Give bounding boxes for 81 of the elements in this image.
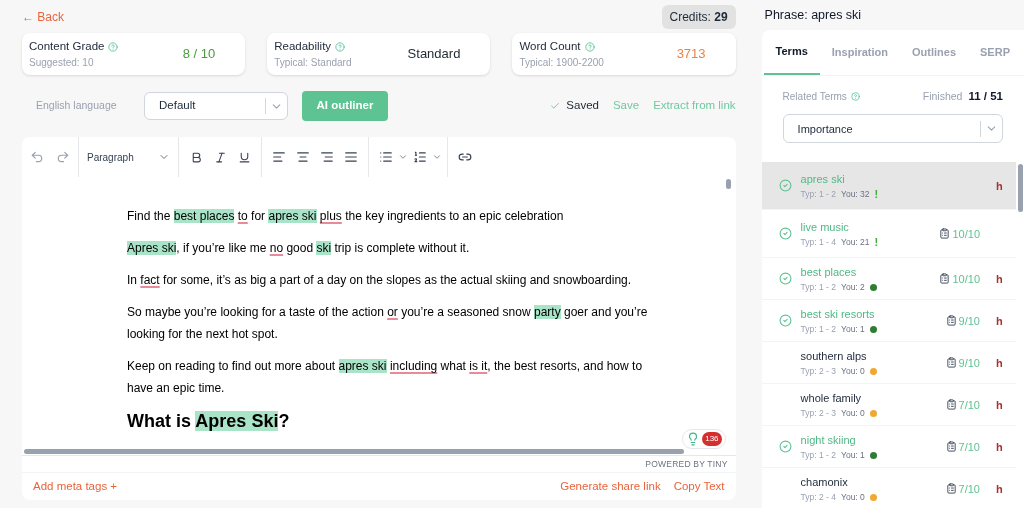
clipboard-icon[interactable]: [945, 441, 957, 453]
typical-range: Typ: 2 - 4: [800, 490, 836, 504]
term-name: best places: [800, 265, 858, 281]
priority-letter: h: [996, 313, 1004, 329]
content-paragraph: Apres ski, if you’re like me no good ski trip is complete without it.: [127, 240, 471, 257]
priority-letter: h: [996, 397, 1004, 413]
powered-by-label: POWERED BY TINY: [645, 457, 728, 471]
content-paragraph: Keep on reading to find out more about apres ski including what is it, the best resorts, and how to have an epic time.: [127, 358, 644, 397]
warning-label: !: [874, 188, 879, 200]
priority-letter: h: [996, 271, 1004, 287]
term-score: 9/10: [958, 355, 980, 371]
term-score: 10/10: [952, 271, 980, 287]
warning-label: !: [874, 236, 879, 248]
content-heading: What is Apres Ski?: [127, 410, 291, 433]
usage-count: You: 0: [841, 364, 865, 378]
stat-value: 3713: [676, 45, 706, 64]
usage-count: You: 2: [841, 280, 865, 294]
share-link[interactable]: Generate share link: [560, 477, 661, 496]
content-paragraph: In fact for some, it’s as big a part of a day on the slopes as the actual skiing and snowboarding.: [127, 272, 633, 289]
typical-range: Typ: 2 - 3: [800, 406, 836, 420]
priority-letter: h: [996, 481, 1004, 497]
back-link[interactable]: ← Back: [22, 8, 64, 26]
check-icon: [550, 101, 561, 111]
style-select[interactable]: Default: [144, 92, 288, 120]
typical-range: Typ: 1 - 2: [800, 187, 836, 201]
term-score: 9/10: [958, 313, 980, 329]
stat-subtitle: Typical: Standard: [274, 56, 352, 71]
sort-select[interactable]: Importance: [782, 114, 1003, 144]
clipboard-icon[interactable]: [945, 483, 957, 495]
priority-letter: h: [996, 355, 1004, 371]
usage-count: You: 1: [841, 448, 865, 462]
clipboard-icon[interactable]: [945, 357, 957, 369]
typical-range: Typ: 1 - 2: [800, 280, 836, 294]
usage-count: You: 0: [841, 490, 865, 504]
language-label: English language: [36, 98, 118, 114]
term-name: best ski resorts: [800, 307, 876, 323]
term-name: apres ski: [800, 172, 846, 188]
content-paragraph: Find the best places to for apres ski plus the key ingredients to an epic celebration: [127, 208, 565, 225]
issue-count-badge[interactable]: 136: [702, 432, 722, 446]
block-format-select[interactable]: Paragraph: [79, 137, 179, 177]
saved-status: Saved: [566, 98, 599, 114]
stat-value: 8 / 10: [182, 45, 216, 64]
term-score: 10/10: [952, 226, 980, 242]
priority-letter: h: [996, 439, 1004, 455]
term-score: 7/10: [958, 481, 980, 497]
typical-range: Typ: 1 - 4: [800, 235, 836, 249]
stat-title: Content Grade: [29, 38, 105, 54]
term-name: whole family: [800, 391, 863, 407]
term-name: southern alps: [800, 349, 868, 365]
panel-tab[interactable]: Terms: [763, 30, 820, 75]
add-meta-tags-link[interactable]: Add meta tags +: [33, 477, 118, 496]
content-paragraph: So maybe you’re looking for a taste of the action or you’re a seasoned snow party goer and you’re looking for the next hot spot.: [127, 304, 649, 343]
clipboard-icon[interactable]: [945, 315, 957, 327]
usage-count: You: 32: [841, 187, 870, 201]
stat-subtitle: Suggested: 10: [29, 56, 95, 71]
term-score: 7/10: [958, 439, 980, 455]
typical-range: Typ: 1 - 2: [800, 322, 836, 336]
term-name: chamonix: [800, 475, 849, 491]
stat-title: Word Count: [519, 38, 581, 54]
credits-badge: Credits: 29: [661, 5, 736, 29]
priority-letter: h: [996, 178, 1004, 194]
stat-value: Standard: [407, 45, 461, 64]
related-terms-label: Related Terms: [782, 90, 847, 105]
usage-count: You: 21: [841, 235, 870, 249]
usage-count: You: 0: [841, 406, 865, 420]
term-name: live music: [800, 220, 850, 236]
typical-range: Typ: 1 - 2: [800, 448, 836, 462]
clipboard-icon[interactable]: [939, 273, 951, 285]
usage-count: You: 1: [841, 322, 865, 336]
finished-label: Finished: [922, 88, 963, 104]
term-name: night skiing: [800, 433, 857, 449]
term-score: 7/10: [958, 397, 980, 413]
typical-range: Typ: 2 - 3: [800, 364, 836, 378]
clipboard-icon[interactable]: [939, 228, 951, 240]
stat-title: Readability: [274, 38, 332, 54]
finished-count: 11 / 51: [968, 89, 1003, 104]
phrase-title: Phrase: apres ski: [763, 6, 863, 24]
copy-text-link[interactable]: Copy Text: [673, 477, 725, 496]
stat-subtitle: Typical: 1900-2200: [519, 56, 604, 71]
term-row[interactable]: apres ski Typ: 1 - 2 You: 32 ! h: [761, 162, 1016, 211]
clipboard-icon[interactable]: [945, 399, 957, 411]
